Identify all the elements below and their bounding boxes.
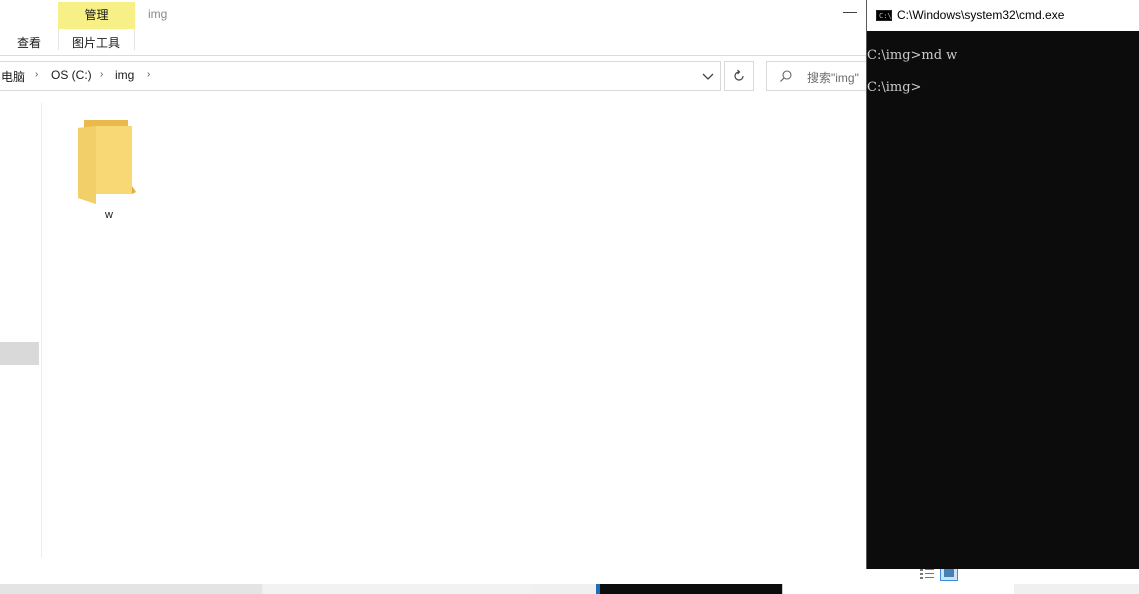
chevron-down-icon[interactable] (700, 67, 716, 85)
tab-view[interactable]: 查看 (17, 34, 41, 51)
navigation-pane-selected-item[interactable] (0, 342, 39, 365)
cmd-app-icon: C:\ (876, 10, 892, 21)
ribbon-divider (0, 55, 868, 56)
window-title: img (148, 7, 168, 21)
refresh-button[interactable] (724, 61, 754, 91)
taskbar-segment (264, 584, 532, 594)
folder-name: w (105, 209, 113, 221)
console-line: C:\img>md w (867, 48, 958, 63)
breadcrumb-chevron-icon[interactable]: › (100, 69, 103, 80)
folder-item[interactable]: w (70, 112, 148, 228)
cmd-title-bar[interactable]: C:\ C:\Windows\system32\cmd.exe (867, 0, 1139, 31)
breadcrumb-drive-c[interactable]: OS (C:) (51, 68, 92, 82)
breadcrumb-this-pc[interactable]: 电脑 (1, 68, 25, 85)
minimize-button[interactable]: — (843, 3, 857, 19)
search-box[interactable]: 搜索"img" (766, 61, 876, 91)
address-bar[interactable]: 电脑 › OS (C:) › img › (0, 61, 721, 91)
file-explorer-window: 管理 img 查看 图片工具 — 电脑 › OS (C:) › img › 搜索… (0, 0, 958, 584)
cmd-window[interactable]: C:\ C:\Windows\system32\cmd.exe C:\img>m… (866, 0, 1139, 569)
cmd-title: C:\Windows\system32\cmd.exe (897, 8, 1065, 22)
breadcrumb-chevron-icon[interactable]: › (35, 69, 38, 80)
breadcrumb-img[interactable]: img (115, 68, 134, 82)
console-prompt-line: C:\img> (867, 80, 922, 95)
refresh-icon (734, 69, 744, 81)
tab-picture-tools[interactable]: 图片工具 (72, 34, 120, 51)
breadcrumb-chevron-icon[interactable]: › (147, 69, 150, 80)
taskbar-segment (782, 584, 1014, 594)
search-placeholder: 搜索"img" (807, 71, 859, 85)
ribbon-context-group-manage[interactable]: 管理 (58, 2, 135, 29)
navigation-pane-divider[interactable] (41, 103, 42, 558)
cmd-console[interactable]: C:\img>md w C:\img> (867, 31, 1139, 569)
taskbar-segment (600, 584, 782, 594)
search-icon (780, 70, 792, 82)
taskbar-segment (0, 584, 262, 594)
folder-icon (78, 120, 136, 204)
desktop: 管理 img 查看 图片工具 — 电脑 › OS (C:) › img › 搜索… (0, 0, 1139, 594)
